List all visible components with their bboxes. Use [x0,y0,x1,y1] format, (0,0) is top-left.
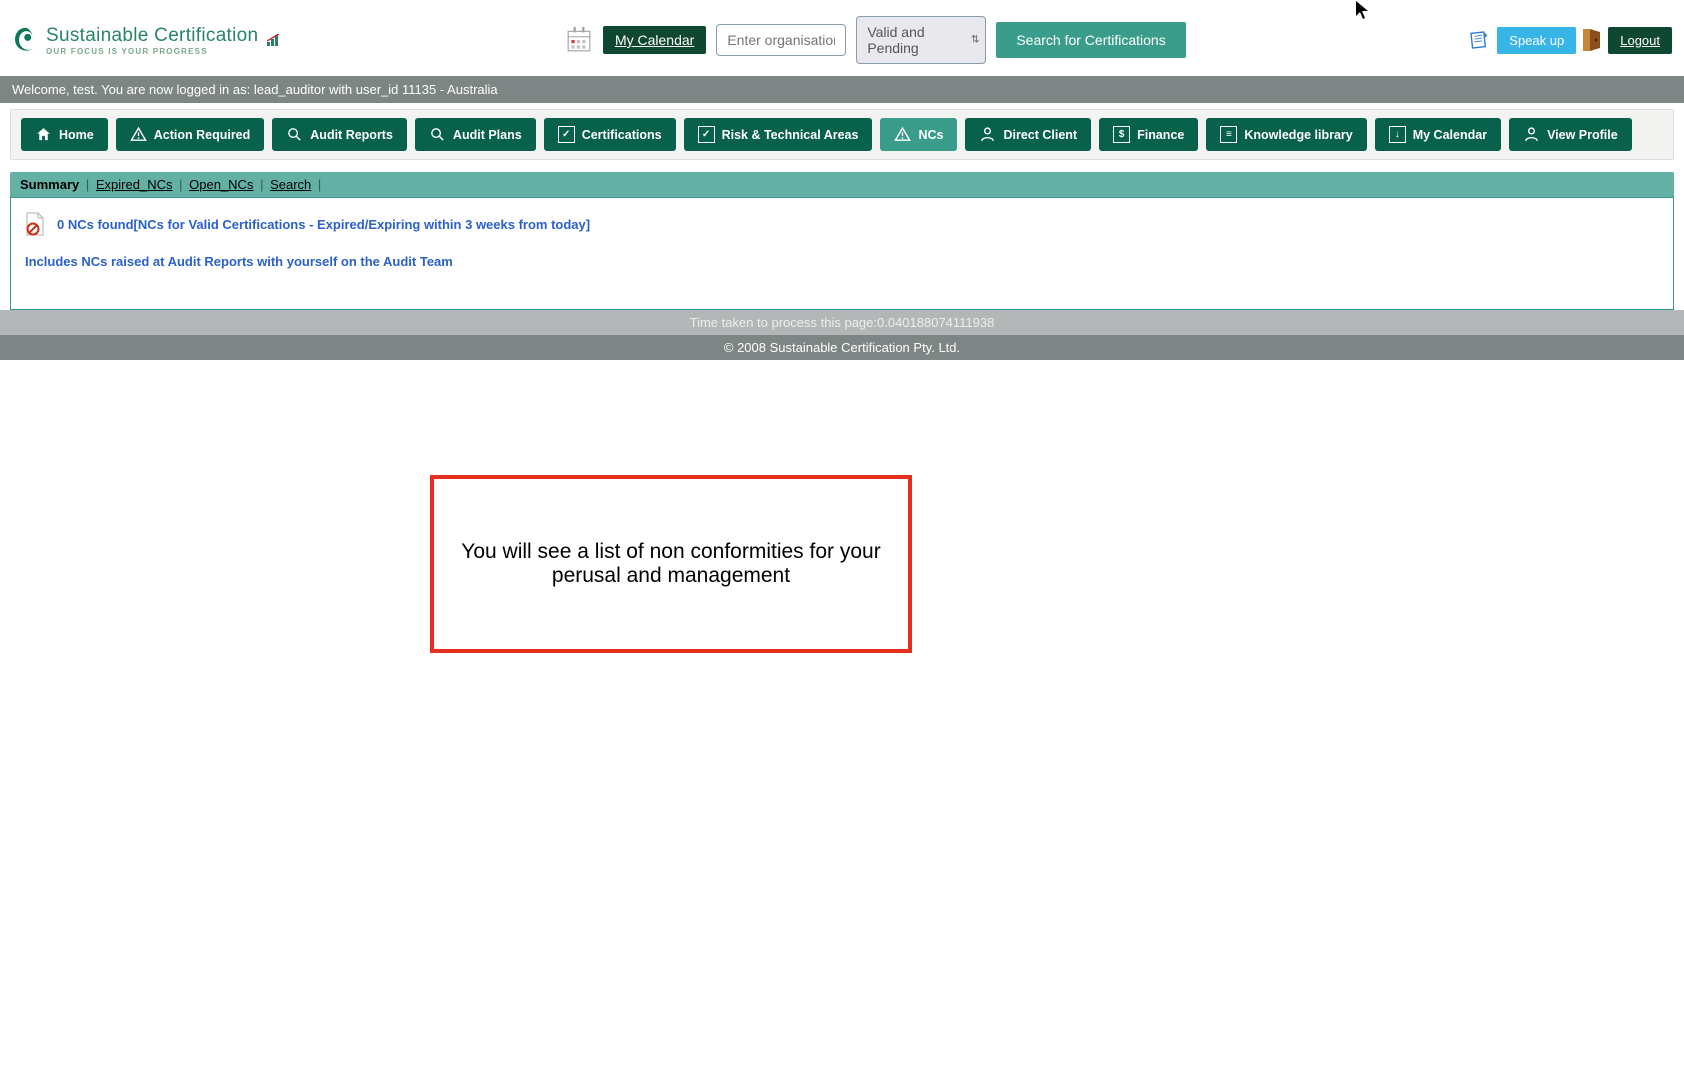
nav-audit-plans[interactable]: Audit Plans [415,118,536,151]
copyright-bar: © 2008 Sustainable Certification Pty. Lt… [0,335,1684,360]
warning-icon [130,126,147,143]
nav-ncs[interactable]: NCs [880,118,957,151]
logo-title: Sustainable Certification [46,25,258,47]
nav-ncs-label: NCs [918,128,943,142]
instructional-annotation-box: You will see a list of non conformities … [430,475,912,653]
nav-view-profile-label: View Profile [1547,128,1618,142]
logo[interactable]: Sustainable Certification OUR FOCUS IS Y… [12,25,281,56]
download-box-icon: ↓ [1389,126,1406,143]
nav-action-required-label: Action Required [154,128,251,142]
nav-certifications-label: Certifications [582,128,662,142]
ncs-tab-strip: Summary | Expired_NCs | Open_NCs | Searc… [10,172,1674,197]
includes-note: Includes NCs raised at Audit Reports wit… [25,254,1659,269]
home-icon [35,126,52,143]
status-filter-select[interactable]: Valid and Pending [856,16,986,64]
nav-home[interactable]: Home [21,118,108,151]
nav-home-label: Home [59,128,94,142]
tab-search[interactable]: Search [270,177,311,192]
person-icon [1523,126,1540,143]
top-header: Sustainable Certification OUR FOCUS IS Y… [0,0,1684,76]
search-certifications-button[interactable]: Search for Certifications [996,22,1185,58]
speak-up-button[interactable]: Speak up [1497,27,1576,54]
dollar-box-icon: $ [1113,126,1130,143]
speak-up-icon [1469,29,1491,51]
nav-direct-client-label: Direct Client [1003,128,1077,142]
tab-summary[interactable]: Summary [20,177,79,192]
nav-action-required[interactable]: Action Required [116,118,265,151]
tab-separator: | [318,177,321,192]
nav-audit-plans-label: Audit Plans [453,128,522,142]
nav-audit-reports-label: Audit Reports [310,128,393,142]
nav-my-calendar-label: My Calendar [1413,128,1487,142]
welcome-bar: Welcome, test. You are now logged in as:… [0,76,1684,103]
tab-open-ncs[interactable]: Open_NCs [189,177,253,192]
logo-tagline: OUR FOCUS IS YOUR PROGRESS [46,47,258,56]
time-taken-bar: Time taken to process this page:0.040188… [0,310,1684,335]
nav-risk-technical-label: Risk & Technical Areas [722,128,859,142]
tab-expired-ncs[interactable]: Expired_NCs [96,177,173,192]
warning-icon [894,126,911,143]
tab-separator: | [179,177,182,192]
nav-knowledge-library[interactable]: ≡ Knowledge library [1206,118,1366,151]
nav-my-calendar[interactable]: ↓ My Calendar [1375,118,1501,151]
tab-separator: | [260,177,263,192]
no-entry-doc-icon [25,212,45,236]
nav-risk-technical[interactable]: ✓ Risk & Technical Areas [684,118,873,151]
magnifier-icon [429,126,446,143]
doc-box-icon: ≡ [1220,126,1237,143]
nav-finance[interactable]: $ Finance [1099,118,1198,151]
nav-direct-client[interactable]: Direct Client [965,118,1091,151]
check-box-icon: ✓ [558,126,575,143]
status-filter-selected: Valid and Pending [867,24,924,56]
ncs-found-text: 0 NCs found[NCs for Valid Certifications… [57,217,590,232]
logo-bars-icon [267,34,281,46]
logo-swirl-icon [12,26,40,54]
magnifier-icon [286,126,303,143]
nav-audit-reports[interactable]: Audit Reports [272,118,407,151]
my-calendar-top-button[interactable]: My Calendar [603,26,706,54]
nav-view-profile[interactable]: View Profile [1509,118,1632,151]
check-box-icon: ✓ [698,126,715,143]
person-icon [979,126,996,143]
logout-door-icon [1582,28,1602,52]
nav-finance-label: Finance [1137,128,1184,142]
tab-separator: | [86,177,89,192]
ncs-content-panel: 0 NCs found[NCs for Valid Certifications… [10,197,1674,310]
organisation-search-input[interactable] [716,24,846,56]
main-nav: Home Action Required Audit Reports Audit… [10,109,1674,160]
instructional-annotation-text: You will see a list of non conformities … [454,540,888,588]
nav-knowledge-label: Knowledge library [1244,128,1352,142]
nav-certifications[interactable]: ✓ Certifications [544,118,676,151]
logout-button[interactable]: Logout [1608,27,1672,54]
calendar-icon [565,26,593,54]
